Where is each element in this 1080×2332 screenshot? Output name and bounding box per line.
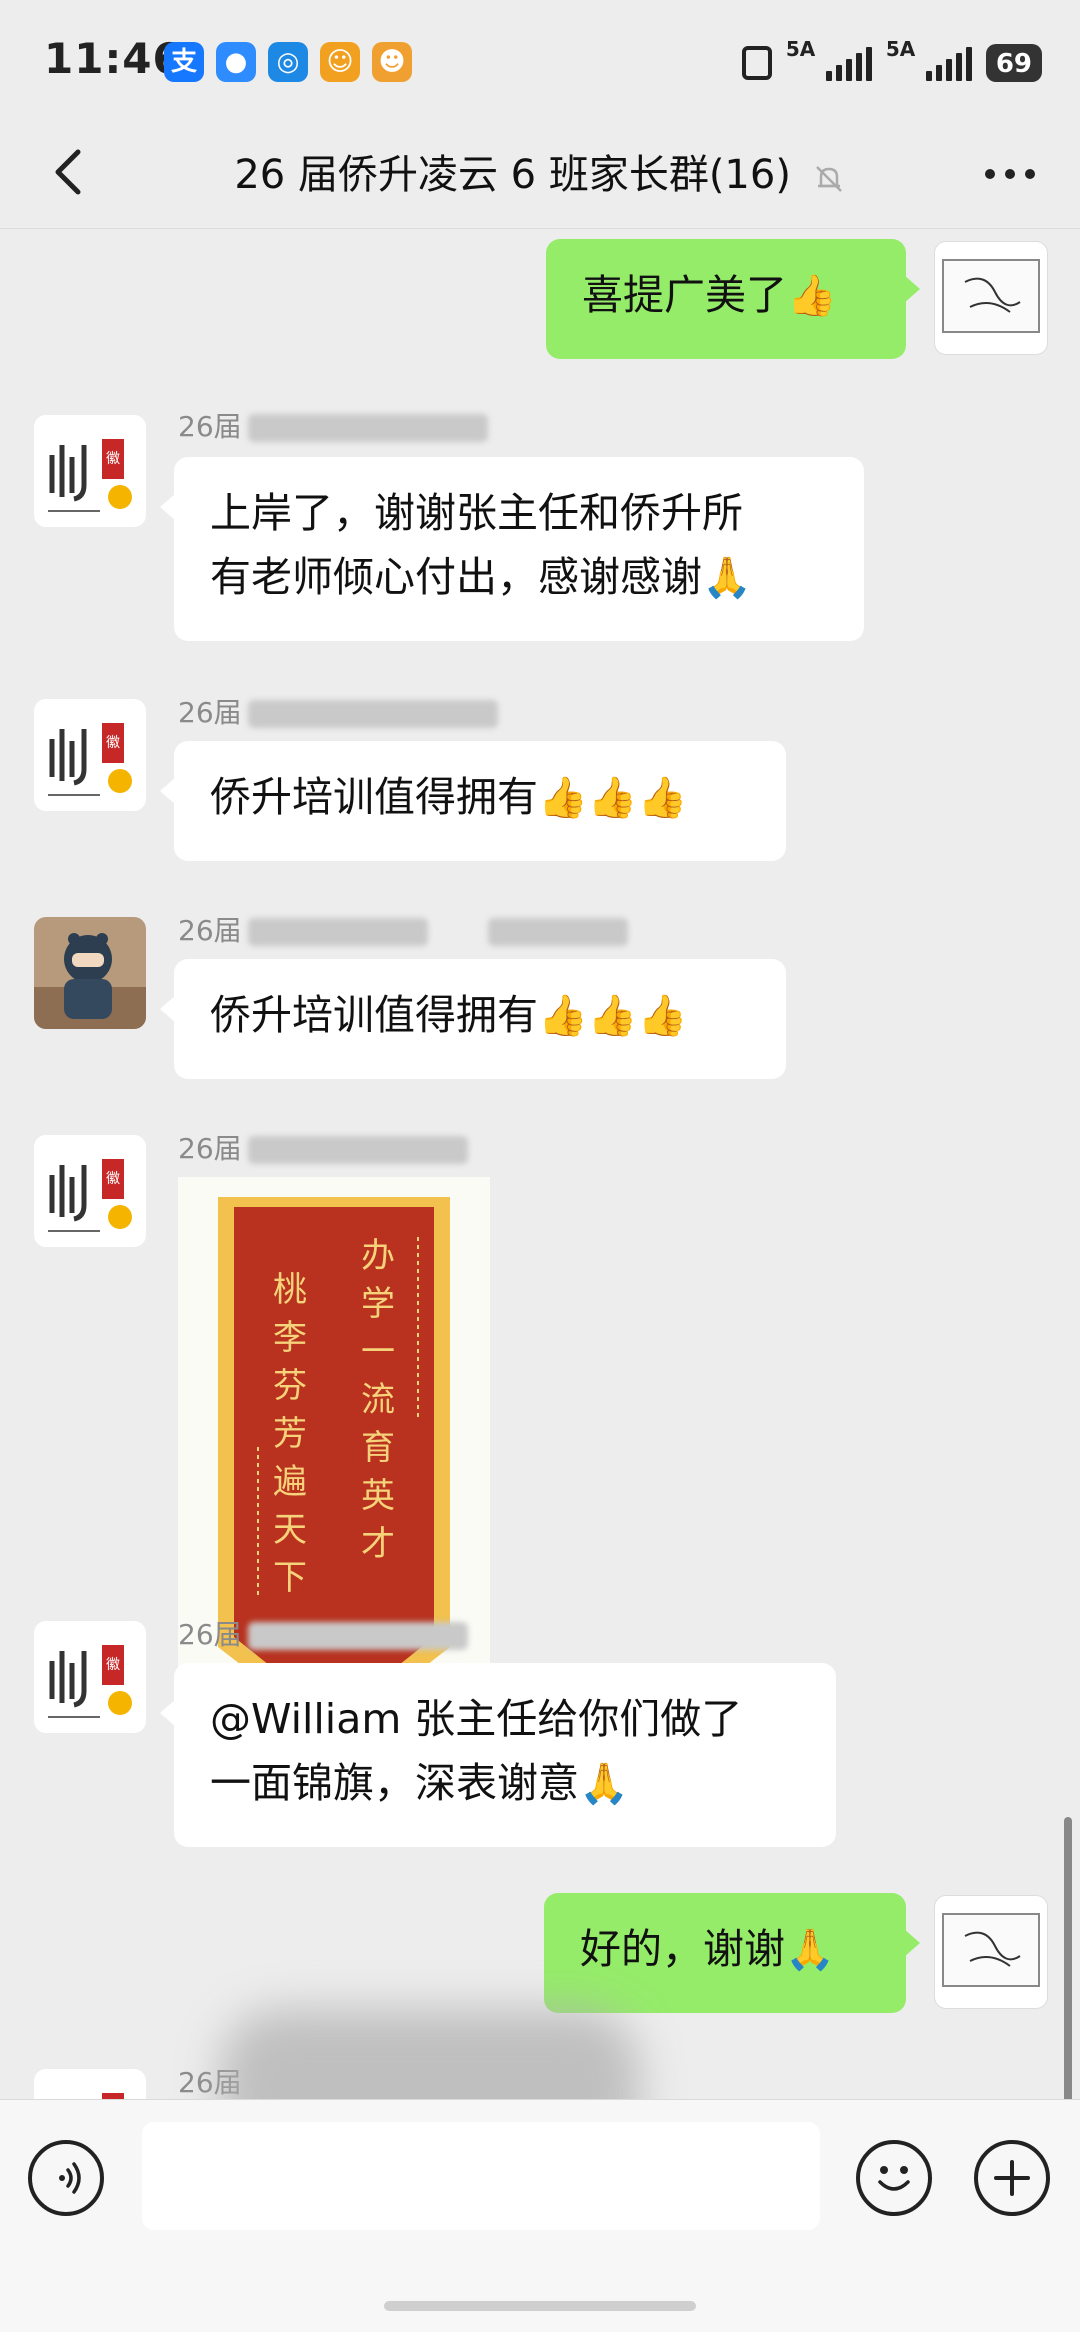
blurred-name [247,414,488,442]
svg-text:英: 英 [361,1476,395,1516]
plus-icon[interactable] [974,2140,1050,2216]
message-bubble[interactable]: 侨升培训值得拥有👍👍👍 [160,959,786,1079]
signal-label: 5A [785,37,816,61]
svg-text:下: 下 [273,1558,307,1598]
input-bar [0,2099,1080,2332]
pray-emoji: 🙏 [702,555,752,601]
blurred-name [247,1136,468,1164]
lightbulb-app-icon: ◎ [268,42,308,82]
message-bubble-self[interactable]: 喜提广美了👍 [546,239,920,359]
scrollbar[interactable] [1064,1817,1072,2099]
svg-text:才: 才 [361,1524,395,1564]
message-line-1: @William 张主任给你们做了 [210,1695,743,1743]
pray-emoji: 🙏 [785,1927,835,1973]
chat-header: 26 届侨升凌云 6 班家长群(16) [0,118,1080,229]
signal-icon: 5A [786,37,872,81]
chat-title-text: 26 届侨升凌云 6 班家长群(16) [234,152,791,198]
svg-text:芬: 芬 [273,1366,307,1406]
chat-title: 26 届侨升凌云 6 班家长群(16) [140,142,940,200]
game-app-icon: ☻ [372,42,412,82]
sender-avatar[interactable]: 徽 [34,1135,146,1247]
thumbs-up-emoji: 👍👍👍 [538,775,688,821]
message-text: 喜提广美了 [582,271,787,319]
message-text: 侨升培训值得拥有 [210,991,538,1039]
status-time: 11:46 [44,34,183,83]
svg-text:徽: 徽 [106,451,120,467]
sender-avatar[interactable]: 徽 [34,415,146,527]
more-options-icon[interactable] [980,154,1040,194]
alipay-icon: 支 [164,42,204,82]
svg-text:芳: 芳 [273,1414,307,1454]
sender-name-text: 26届 [178,914,242,947]
message-bubble[interactable]: 侨升培训值得拥有👍👍👍 [160,741,786,861]
svg-text:流: 流 [361,1380,395,1420]
message-line-1: 上岸了，谢谢张主任和侨升所 [210,489,743,537]
self-avatar[interactable] [934,1895,1048,2009]
sender-name: 26届 [178,909,628,949]
pray-emoji: 🙏 [579,1761,629,1807]
svg-text:育: 育 [361,1428,395,1468]
message-bubble[interactable]: 上岸了，谢谢张主任和侨升所 有老师倾心付出，感谢感谢🙏 [160,457,864,641]
status-bar: 11:46 支 ● ◎ ☺ ☻ 5A 5A 69 [0,0,1080,118]
message-line-2: 有老师倾心付出，感谢感谢 [210,553,702,601]
emoji-icon[interactable] [856,2140,932,2216]
vibrate-icon [741,46,772,80]
sender-name-text: 26届 [178,696,242,729]
sender-name: 26届 [178,1613,468,1653]
sender-name: 26届 [178,405,488,445]
message-line-2: 一面锦旗，深表谢意 [210,1759,579,1807]
blurred-name [247,700,498,728]
blurred-name-2 [487,918,628,946]
back-icon[interactable] [40,142,100,202]
self-avatar[interactable] [934,241,1048,355]
banner-right-char-1: 办 [361,1236,395,1276]
sender-name: 26届 [178,691,498,731]
message-input[interactable] [142,2122,820,2230]
svg-text:一: 一 [361,1332,395,1372]
thumbs-up-emoji: 👍 [787,273,837,319]
svg-text:天: 天 [273,1510,307,1550]
sender-avatar[interactable] [34,2069,146,2099]
message-text: 好的，谢谢 [580,1925,785,1973]
sender-name-text: 26届 [178,1618,242,1651]
svg-text:学: 学 [361,1284,395,1324]
battery-indicator: 69 [985,44,1042,82]
svg-text:徽: 徽 [106,735,120,751]
svg-text:徽: 徽 [106,1171,120,1187]
face-app-icon: ☺ [320,42,360,82]
signal-icon-2: 5A [886,37,972,81]
sender-avatar[interactable]: 徽 [34,699,146,811]
blurred-name [247,918,428,946]
chat-message-list[interactable]: 喜提广美了👍 徽 26届 上岸了，谢谢张主任和侨升所 有老师倾心付出，感谢感谢🙏… [0,229,1080,2099]
sender-avatar-photo[interactable] [34,917,146,1029]
svg-text:徽: 徽 [106,1657,120,1673]
sender-name-text: 26届 [178,1132,242,1165]
thumbs-up-emoji: 👍👍👍 [538,993,688,1039]
message-bubble[interactable]: @William 张主任给你们做了 一面锦旗，深表谢意🙏 [160,1663,836,1847]
svg-text:李: 李 [273,1318,307,1358]
message-bubble-self[interactable]: 好的，谢谢🙏 [544,1893,920,2013]
sender-name: 26届 [178,1127,468,1167]
blurred-name [247,1622,468,1650]
message-text: 侨升培训值得拥有 [210,773,538,821]
svg-text:遍: 遍 [273,1462,307,1502]
svg-text:桃: 桃 [273,1270,307,1310]
signal-label-2: 5A [885,37,916,61]
voice-input-icon[interactable] [28,2140,104,2216]
sender-name-text: 26届 [178,410,242,443]
mute-bell-icon [812,160,846,194]
home-indicator[interactable] [384,2301,696,2311]
sender-avatar[interactable]: 徽 [34,1621,146,1733]
blurred-content [220,2009,640,2099]
chat-bubble-app-icon: ● [216,42,256,82]
